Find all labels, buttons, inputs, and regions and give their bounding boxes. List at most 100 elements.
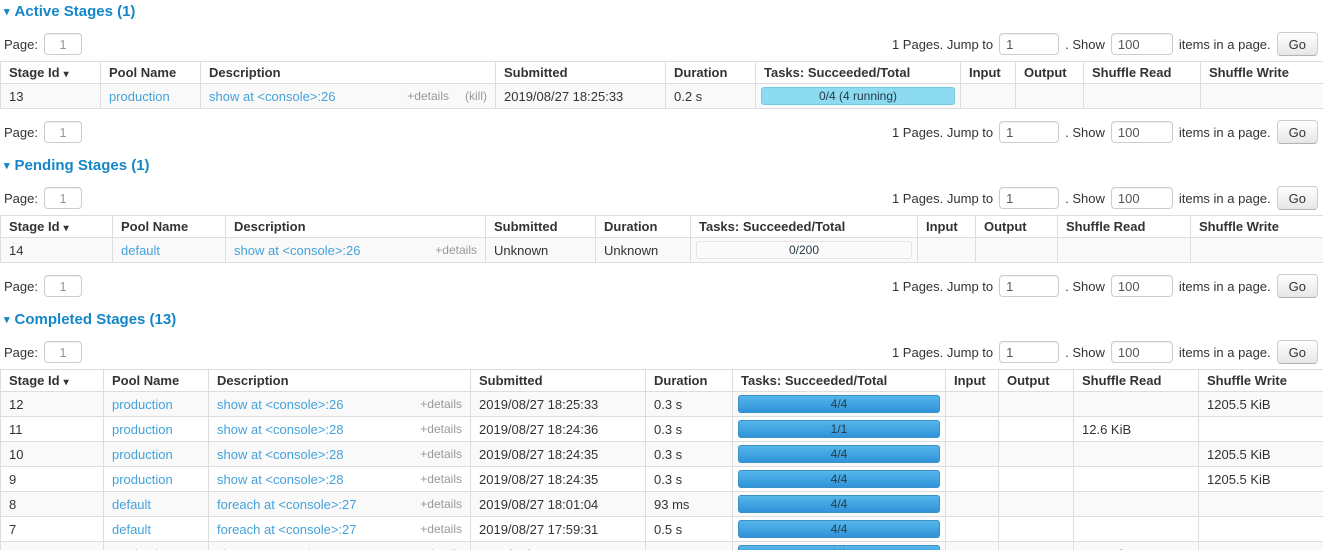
- description-link[interactable]: show at <console>:28: [217, 472, 343, 487]
- show-label: . Show: [1065, 191, 1105, 206]
- column-header-shuffle-read[interactable]: Shuffle Read: [1084, 62, 1201, 84]
- duration-cell: 64 ms: [646, 542, 733, 550]
- column-header-pool-name[interactable]: Pool Name: [101, 62, 201, 84]
- column-header-shuffle-write[interactable]: Shuffle Write: [1191, 216, 1323, 238]
- pool-name-link[interactable]: default: [112, 497, 151, 512]
- column-header-output[interactable]: Output: [1016, 62, 1084, 84]
- stage-row: 8default+detailsforeach at <console>:272…: [1, 492, 1323, 517]
- show-count-input[interactable]: [1111, 33, 1173, 55]
- show-count-input[interactable]: [1111, 341, 1173, 363]
- input-cell: [946, 467, 999, 492]
- description-link[interactable]: show at <console>:28: [217, 547, 343, 550]
- jump-to-input[interactable]: [999, 121, 1059, 143]
- column-header-submitted[interactable]: Submitted: [486, 216, 596, 238]
- column-header-duration[interactable]: Duration: [666, 62, 756, 84]
- description-link[interactable]: foreach at <console>:27: [217, 497, 357, 512]
- column-header-stage-id[interactable]: Stage Id▾: [1, 370, 104, 392]
- column-header-description[interactable]: Description: [209, 370, 471, 392]
- page-number-input[interactable]: [44, 187, 82, 209]
- stage-id-cell: 7: [1, 517, 104, 542]
- pool-name-link[interactable]: production: [112, 422, 173, 437]
- column-header-label: Output: [1007, 373, 1050, 388]
- pool-name-link[interactable]: default: [112, 522, 151, 537]
- items-per-page-label: items in a page.: [1179, 37, 1271, 52]
- pool-name-cell: production: [104, 542, 209, 550]
- column-header-pool-name[interactable]: Pool Name: [104, 370, 209, 392]
- column-header-stage-id[interactable]: Stage Id▾: [1, 62, 101, 84]
- description-link[interactable]: show at <console>:28: [217, 447, 343, 462]
- details-toggle-link[interactable]: +details: [420, 422, 462, 436]
- column-header-duration[interactable]: Duration: [596, 216, 691, 238]
- pool-name-link[interactable]: production: [112, 447, 173, 462]
- pagination-bar: Page: 1 Pages. Jump to . Show items in a…: [4, 120, 1318, 144]
- sort-descending-icon: ▾: [64, 223, 69, 234]
- details-toggle-link[interactable]: +details: [420, 522, 462, 536]
- details-toggle-link[interactable]: +details: [420, 447, 462, 461]
- column-header-shuffle-write[interactable]: Shuffle Write: [1199, 370, 1323, 392]
- details-toggle-link[interactable]: +details: [420, 397, 462, 411]
- go-button[interactable]: Go: [1277, 340, 1318, 364]
- section-heading[interactable]: ▾Completed Stages (13): [4, 311, 1323, 329]
- column-header-shuffle-write[interactable]: Shuffle Write: [1201, 62, 1323, 84]
- go-button[interactable]: Go: [1277, 186, 1318, 210]
- pool-name-cell: production: [104, 417, 209, 442]
- pool-name-link[interactable]: production: [112, 547, 173, 550]
- details-toggle-link[interactable]: +details: [420, 547, 462, 550]
- jump-to-input[interactable]: [999, 187, 1059, 209]
- column-header-input[interactable]: Input: [946, 370, 999, 392]
- kill-link[interactable]: (kill): [465, 89, 487, 103]
- description-link[interactable]: show at <console>:26: [217, 397, 343, 412]
- column-header-submitted[interactable]: Submitted: [496, 62, 666, 84]
- column-header-stage-id[interactable]: Stage Id▾: [1, 216, 113, 238]
- column-header-output[interactable]: Output: [999, 370, 1074, 392]
- column-header-label: Description: [234, 219, 306, 234]
- stage-id-cell: 10: [1, 442, 104, 467]
- description-link[interactable]: foreach at <console>:27: [217, 522, 357, 537]
- page-number-input[interactable]: [44, 341, 82, 363]
- column-header-output[interactable]: Output: [976, 216, 1058, 238]
- tasks-progress-label: 4/4: [739, 496, 939, 512]
- pool-name-link[interactable]: production: [112, 472, 173, 487]
- pool-name-link[interactable]: default: [121, 243, 160, 258]
- show-label: . Show: [1065, 37, 1105, 52]
- column-header-shuffle-read[interactable]: Shuffle Read: [1074, 370, 1199, 392]
- column-header-description[interactable]: Description: [201, 62, 496, 84]
- go-button[interactable]: Go: [1277, 120, 1318, 144]
- go-button[interactable]: Go: [1277, 32, 1318, 56]
- pool-name-cell: default: [104, 517, 209, 542]
- section-heading[interactable]: ▾Active Stages (1): [4, 3, 1323, 21]
- details-toggle-link[interactable]: +details: [435, 243, 477, 257]
- show-count-input[interactable]: [1111, 275, 1173, 297]
- column-header-shuffle-read[interactable]: Shuffle Read: [1058, 216, 1191, 238]
- column-header-description[interactable]: Description: [226, 216, 486, 238]
- section-heading[interactable]: ▾Pending Stages (1): [4, 157, 1323, 175]
- description-link[interactable]: show at <console>:26: [234, 243, 360, 258]
- column-header-submitted[interactable]: Submitted: [471, 370, 646, 392]
- column-header-tasks-succeeded-total[interactable]: Tasks: Succeeded/Total: [691, 216, 918, 238]
- pool-name-link[interactable]: production: [109, 89, 170, 104]
- column-header-duration[interactable]: Duration: [646, 370, 733, 392]
- details-toggle-link[interactable]: +details: [407, 89, 449, 103]
- pool-name-link[interactable]: production: [112, 397, 173, 412]
- pending-stages-table: Stage Id▾Pool Name Description SubmittedDu…: [0, 215, 1323, 263]
- show-count-input[interactable]: [1111, 187, 1173, 209]
- go-button[interactable]: Go: [1277, 274, 1318, 298]
- page-number-input[interactable]: [44, 121, 82, 143]
- details-toggle-link[interactable]: +details: [420, 472, 462, 486]
- jump-to-input[interactable]: [999, 341, 1059, 363]
- details-toggle-link[interactable]: +details: [420, 497, 462, 511]
- jump-to-input[interactable]: [999, 275, 1059, 297]
- description-link[interactable]: show at <console>:26: [209, 89, 335, 104]
- page-number-input[interactable]: [44, 33, 82, 55]
- column-header-pool-name[interactable]: Pool Name: [113, 216, 226, 238]
- column-header-tasks-succeeded-total[interactable]: Tasks: Succeeded/Total: [756, 62, 961, 84]
- page-number-input[interactable]: [44, 275, 82, 297]
- section-title-text: Pending Stages (1): [15, 157, 150, 174]
- column-header-input[interactable]: Input: [918, 216, 976, 238]
- stage-row: 10 production +details show at <console>:28…: [1, 442, 1323, 467]
- description-link[interactable]: show at <console>:28: [217, 422, 343, 437]
- column-header-input[interactable]: Input: [961, 62, 1016, 84]
- column-header-tasks-succeeded-total[interactable]: Tasks: Succeeded/Total: [733, 370, 946, 392]
- jump-to-input[interactable]: [999, 33, 1059, 55]
- show-count-input[interactable]: [1111, 121, 1173, 143]
